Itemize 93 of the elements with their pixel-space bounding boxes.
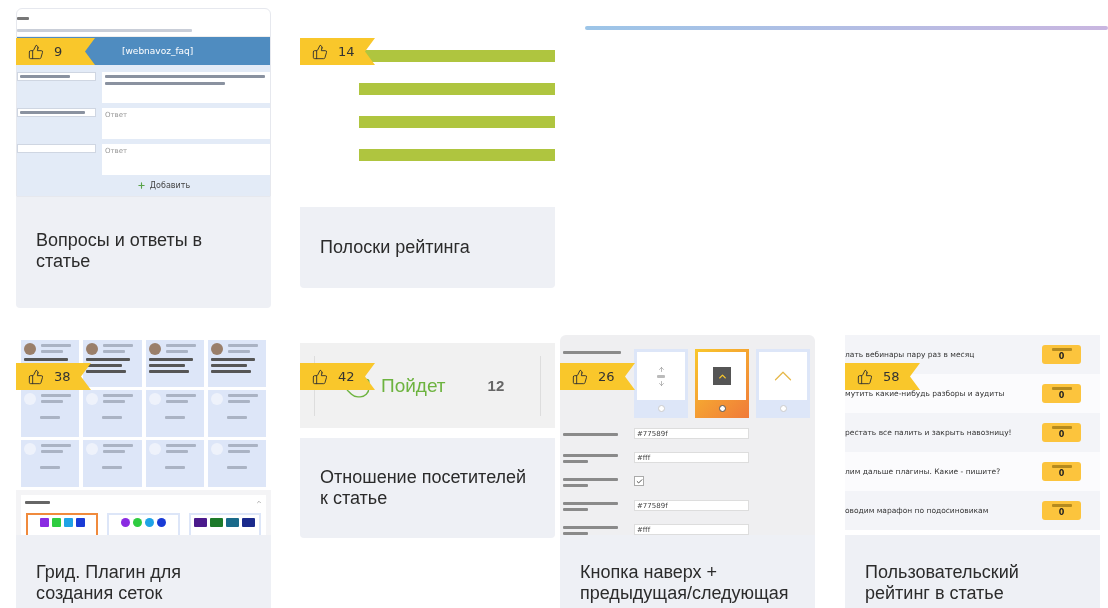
arrow-up-icon xyxy=(657,365,665,373)
placeholder-line xyxy=(20,111,85,114)
placeholder-line xyxy=(103,400,126,403)
card-title[interactable]: Грид. Плагин для создания сеток xyxy=(16,535,271,608)
placeholder-line xyxy=(227,394,258,397)
placeholder-line xyxy=(17,17,29,20)
placeholder-line xyxy=(103,450,126,453)
score-value: 0 xyxy=(1058,392,1065,400)
reaction-label: Пойдет xyxy=(381,374,446,397)
placeholder-line xyxy=(41,350,63,353)
card-title[interactable]: Кнопка наверх + предыдущая/следующая xyxy=(560,535,815,608)
placeholder-line xyxy=(227,400,250,403)
placeholder-line xyxy=(103,444,134,447)
placeholder-line xyxy=(226,416,247,419)
card-title[interactable]: Вопросы и ответы в статье xyxy=(16,197,271,308)
placeholder-line xyxy=(165,450,188,453)
placeholder-line xyxy=(148,358,193,361)
card-title[interactable]: Пользовательский рейтинг в статье xyxy=(845,535,1100,608)
placeholder-line xyxy=(165,344,196,347)
placeholder-line xyxy=(164,466,185,469)
placeholder-line xyxy=(41,444,71,447)
placeholder-line xyxy=(86,364,123,367)
placeholder-line xyxy=(86,370,127,373)
placeholder-line xyxy=(103,394,134,397)
placeholder-line xyxy=(227,450,250,453)
placeholder-line xyxy=(24,358,68,361)
placeholder-line xyxy=(1051,504,1072,507)
placeholder-line xyxy=(563,483,588,487)
card-title[interactable]: Отношение посетителей к статье xyxy=(300,438,555,538)
score-value: 0 xyxy=(1058,509,1065,517)
placeholder-line xyxy=(25,500,50,504)
placeholder-line xyxy=(41,400,63,403)
placeholder-line xyxy=(227,350,250,353)
placeholder-line xyxy=(563,453,618,457)
placeholder-line xyxy=(1051,348,1072,351)
placeholder-line xyxy=(227,444,258,447)
placeholder-line xyxy=(148,364,185,367)
placeholder-line xyxy=(41,450,63,453)
placeholder-line xyxy=(563,459,588,463)
like-count: 9 xyxy=(54,44,63,59)
placeholder-line xyxy=(102,416,123,419)
like-count: 14 xyxy=(338,44,355,59)
like-count: 26 xyxy=(598,369,615,384)
placeholder-line xyxy=(103,344,134,347)
shortcode-text: [webnavoz_faq] xyxy=(122,46,194,56)
placeholder-line xyxy=(164,416,185,419)
placeholder-line xyxy=(1051,465,1072,468)
placeholder-line xyxy=(563,432,618,436)
score-value: 0 xyxy=(1058,470,1065,478)
arrow-down-icon xyxy=(657,379,665,387)
add-label: Добавить xyxy=(149,181,191,190)
plus-icon xyxy=(136,181,146,190)
placeholder-line xyxy=(41,394,71,397)
placeholder-line xyxy=(563,525,618,529)
thumbs-up-icon xyxy=(312,368,328,385)
placeholder-line xyxy=(1051,426,1072,429)
placeholder-line xyxy=(563,351,621,354)
placeholder-line xyxy=(210,370,251,373)
placeholder-line xyxy=(563,501,618,505)
placeholder-line xyxy=(165,400,188,403)
like-count: 58 xyxy=(883,369,900,384)
placeholder-line xyxy=(20,75,70,78)
placeholder-line xyxy=(226,466,247,469)
placeholder-line xyxy=(210,358,255,361)
thumbs-up-icon xyxy=(312,43,328,60)
placeholder-line xyxy=(165,444,196,447)
chevron-up-icon xyxy=(256,499,262,505)
placeholder-line xyxy=(563,507,588,511)
placeholder-line xyxy=(563,477,618,481)
placeholder-line xyxy=(657,374,665,378)
placeholder-line xyxy=(40,416,61,419)
placeholder-line xyxy=(148,370,189,373)
placeholder-line xyxy=(563,531,588,535)
score-value: 0 xyxy=(1058,431,1065,439)
placeholder-line xyxy=(40,466,61,469)
placeholder-line xyxy=(165,394,196,397)
like-count: 42 xyxy=(338,369,355,384)
placeholder-line xyxy=(102,466,123,469)
reaction-count: 12 xyxy=(487,377,505,394)
placeholder-line xyxy=(227,344,258,347)
thumbs-up-icon xyxy=(572,368,588,385)
thumbs-up-icon xyxy=(28,43,44,60)
placeholder-line xyxy=(41,344,71,347)
thumbs-up-icon xyxy=(857,368,873,385)
score-value: 0 xyxy=(1058,353,1065,361)
card-title[interactable]: Полоски рейтинга xyxy=(300,207,555,288)
placeholder-line xyxy=(1051,387,1072,390)
placeholder-line xyxy=(210,364,247,367)
like-count: 38 xyxy=(54,369,71,384)
placeholder-line xyxy=(103,350,126,353)
placeholder-line xyxy=(165,350,188,353)
placeholder-line xyxy=(86,358,131,361)
thumbs-up-icon xyxy=(28,368,44,385)
